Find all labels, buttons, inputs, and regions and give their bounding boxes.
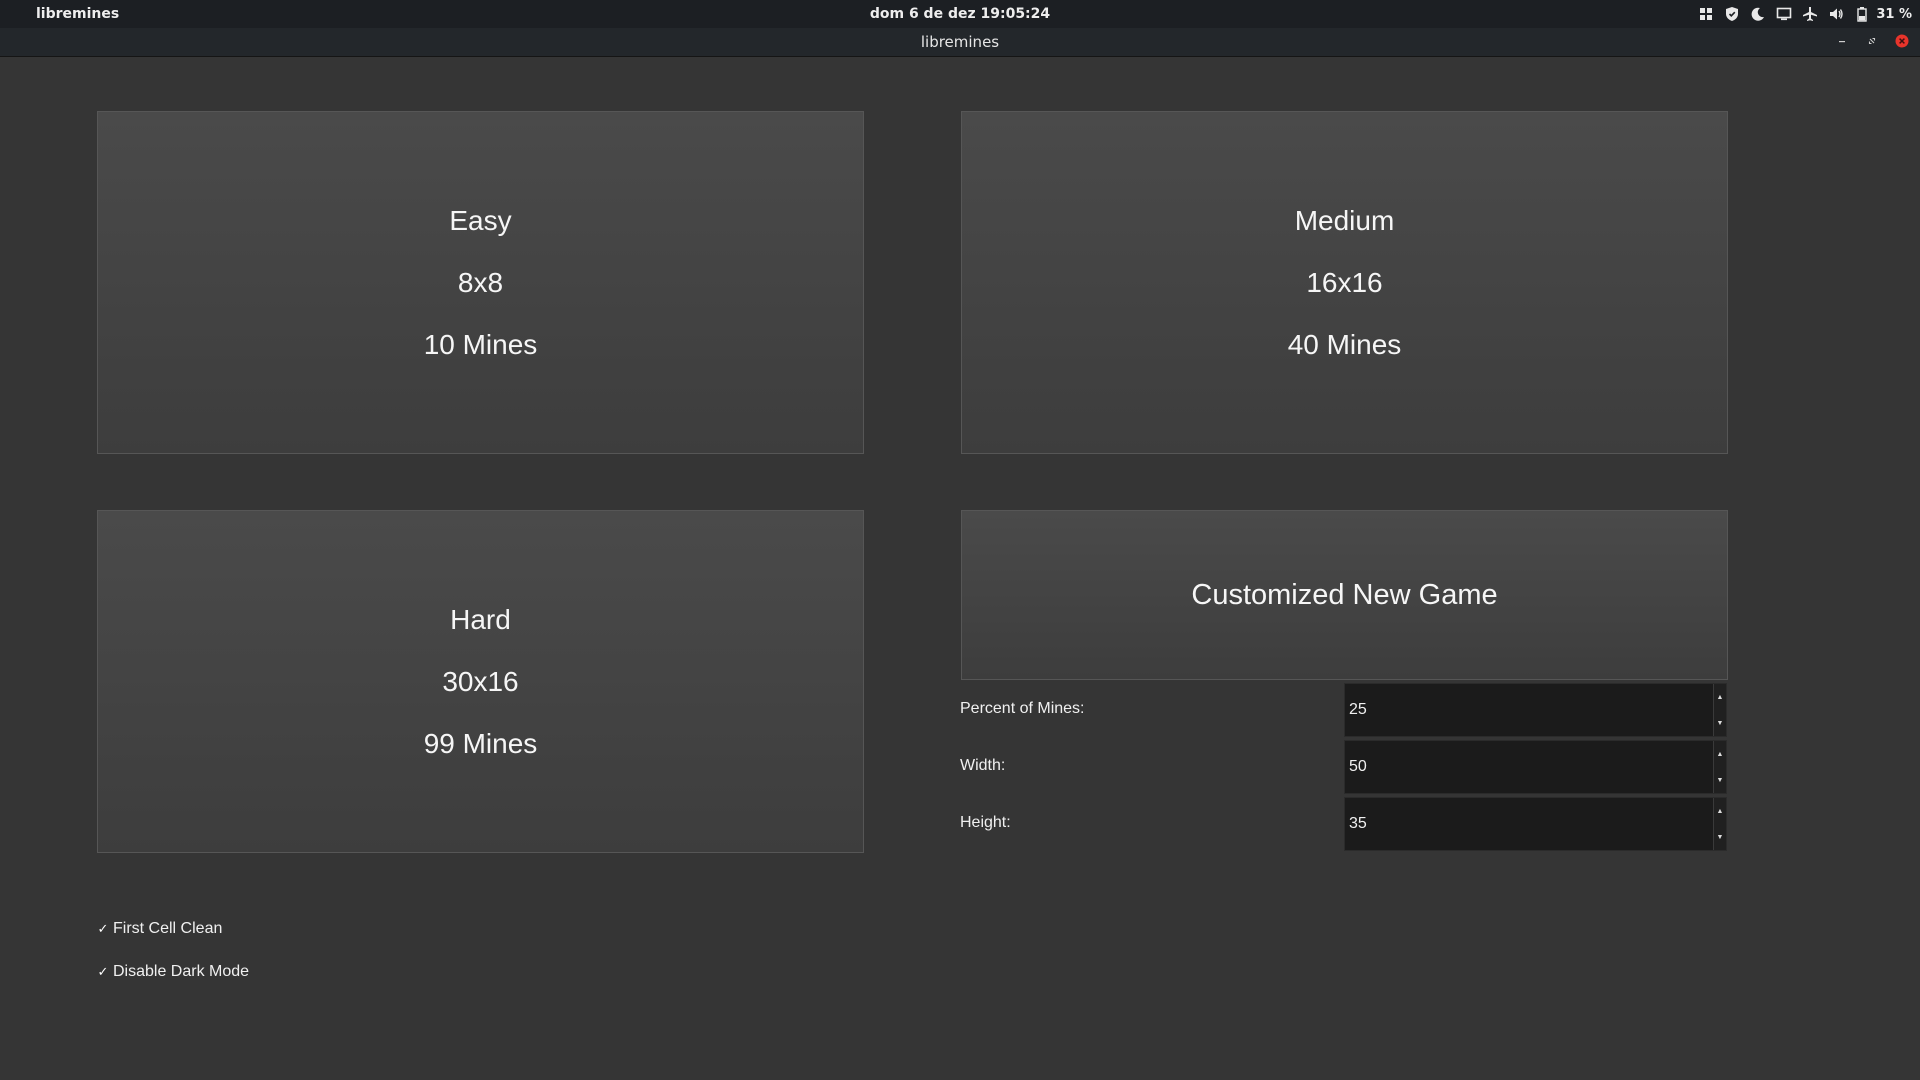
decrement-arrow-icon[interactable]: ▼ xyxy=(1714,710,1726,736)
medium-game-button[interactable]: Medium 16x16 40 Mines xyxy=(961,111,1728,454)
window-titlebar[interactable]: libremines xyxy=(0,28,1920,57)
spinbox-arrows: ▲ ▼ xyxy=(1713,684,1726,736)
airplane-mode-icon[interactable] xyxy=(1802,6,1818,22)
increment-arrow-icon[interactable]: ▲ xyxy=(1714,741,1726,767)
percent-of-mines-label: Percent of Mines: xyxy=(960,700,1085,717)
decrement-arrow-icon[interactable]: ▼ xyxy=(1714,824,1726,850)
height-input[interactable] xyxy=(1345,798,1713,850)
screen-icon[interactable] xyxy=(1776,6,1792,22)
difficulty-name: Medium xyxy=(1294,204,1395,236)
customized-new-game-button[interactable]: Customized New Game xyxy=(961,510,1728,680)
battery-percent: 31 % xyxy=(1876,6,1912,22)
board-size: 16x16 xyxy=(1306,266,1383,298)
grid-icon[interactable] xyxy=(1698,6,1714,22)
disable-dark-mode-label[interactable]: Disable Dark Mode xyxy=(113,963,249,981)
board-size: 8x8 xyxy=(457,266,504,298)
mine-count: 10 Mines xyxy=(423,328,538,360)
window-title: libremines xyxy=(920,33,1000,51)
window-controls xyxy=(1834,33,1910,49)
minimize-icon[interactable] xyxy=(1834,33,1850,49)
shield-icon[interactable] xyxy=(1724,6,1740,22)
hard-game-button[interactable]: Hard 30x16 99 Mines xyxy=(97,510,864,853)
clock[interactable]: dom 6 de dez 19:05:24 xyxy=(0,6,1920,22)
decrement-arrow-icon[interactable]: ▼ xyxy=(1714,767,1726,793)
height-label: Height: xyxy=(960,814,1011,831)
easy-game-button[interactable]: Easy 8x8 10 Mines xyxy=(97,111,864,454)
percent-of-mines-spinbox[interactable]: ▲ ▼ xyxy=(1344,683,1727,737)
volume-icon[interactable] xyxy=(1828,6,1844,22)
checkmark-icon[interactable]: ✓ xyxy=(97,921,109,936)
board-size: 30x16 xyxy=(442,665,519,697)
spinbox-arrows: ▲ ▼ xyxy=(1713,798,1726,850)
spinbox-arrows: ▲ ▼ xyxy=(1713,741,1726,793)
increment-arrow-icon[interactable]: ▲ xyxy=(1714,798,1726,824)
first-cell-clean-label[interactable]: First Cell Clean xyxy=(113,920,222,938)
width-label: Width: xyxy=(960,757,1006,774)
customized-new-game-label: Customized New Game xyxy=(1191,579,1498,611)
height-spinbox[interactable]: ▲ ▼ xyxy=(1344,797,1727,851)
system-tray[interactable]: 31 % xyxy=(1698,4,1912,24)
mine-count: 99 Mines xyxy=(423,727,538,759)
night-light-icon[interactable] xyxy=(1750,6,1766,22)
battery-icon[interactable] xyxy=(1854,6,1870,22)
width-spinbox[interactable]: ▲ ▼ xyxy=(1344,740,1727,794)
width-input[interactable] xyxy=(1345,741,1713,793)
disable-dark-mode-checkbox[interactable]: ✓ Disable Dark Mode xyxy=(97,963,250,981)
percent-of-mines-input[interactable] xyxy=(1345,684,1713,736)
close-icon[interactable] xyxy=(1894,33,1910,49)
maximize-icon[interactable] xyxy=(1864,33,1880,49)
first-cell-clean-checkbox[interactable]: ✓ First Cell Clean xyxy=(97,920,223,938)
increment-arrow-icon[interactable]: ▲ xyxy=(1714,684,1726,710)
difficulty-name: Hard xyxy=(450,603,511,635)
system-top-bar: libremines dom 6 de dez 19:05:24 31 % xyxy=(0,0,1920,28)
checkmark-icon[interactable]: ✓ xyxy=(97,964,109,979)
difficulty-name: Easy xyxy=(449,204,512,236)
mine-count: 40 Mines xyxy=(1287,328,1402,360)
